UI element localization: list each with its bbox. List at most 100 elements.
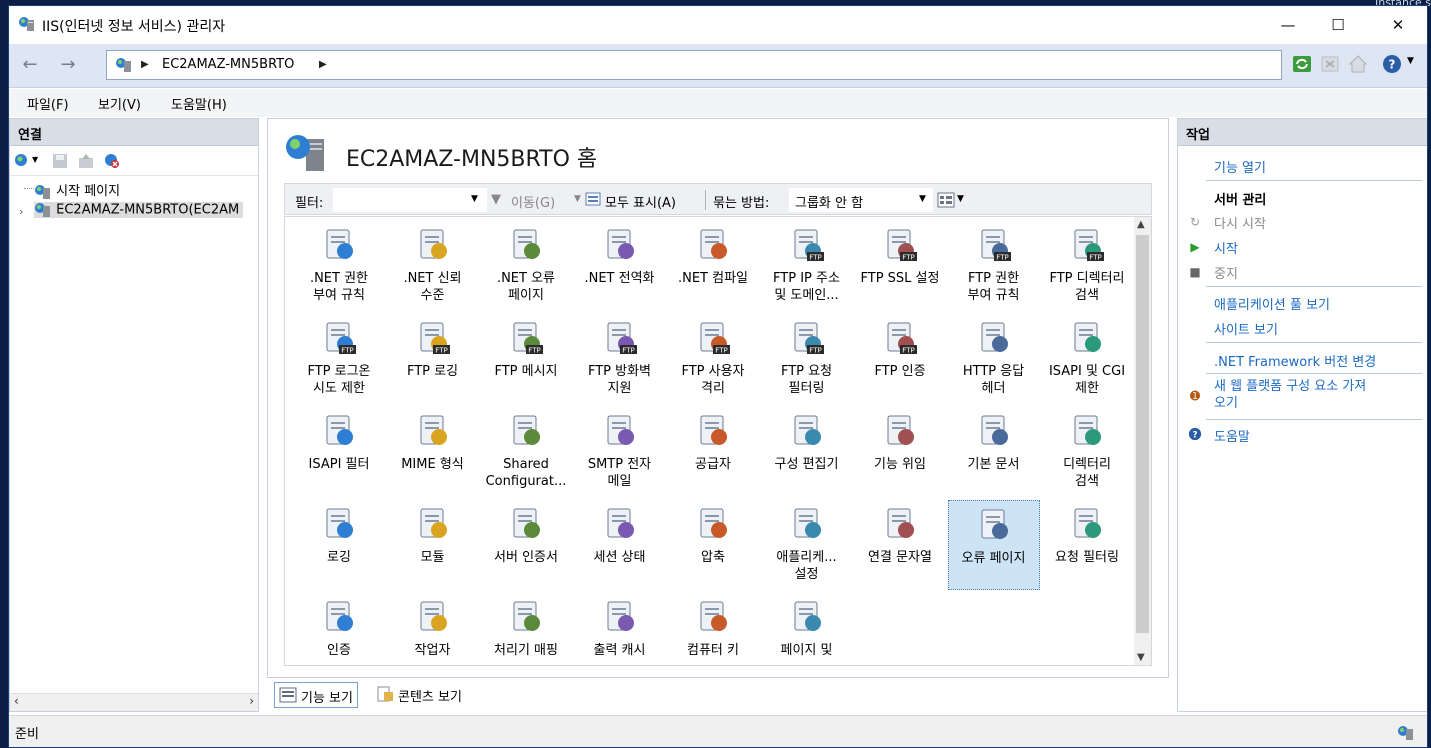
get-web-platform-link[interactable]: 새 웹 플랫폼 구성 요소 가져 오기 xyxy=(1214,378,1366,412)
open-feature-link[interactable]: 기능 열기 xyxy=(1214,157,1266,176)
view-sites-link[interactable]: 사이트 보기 xyxy=(1214,319,1278,338)
group-dropdown-icon[interactable]: ▼ xyxy=(919,194,926,204)
address-path-box[interactable]: ▶ EC2AMAZ-MN5BRTO ▶ xyxy=(106,50,1282,80)
tab-content-view[interactable]: 콘텐츠 보기 xyxy=(372,682,466,708)
menu-help[interactable]: 도움말(H) xyxy=(171,94,227,113)
feature-item[interactable]: 작업자 xyxy=(387,593,479,665)
go-dropdown-icon[interactable]: ▼ xyxy=(574,194,581,204)
stop-link[interactable]: 중지 xyxy=(1214,263,1238,282)
feature-item[interactable]: 애플리케... 설정 xyxy=(761,500,853,590)
close-button[interactable]: ✕ xyxy=(1375,10,1421,40)
feature-item[interactable]: 오류 페이지 xyxy=(947,500,1040,590)
scroll-right-icon[interactable]: › xyxy=(249,694,254,708)
breadcrumb-arrow-icon[interactable]: ▶ xyxy=(319,59,327,70)
feature-item[interactable]: FTP FTP 사용자 격리 xyxy=(667,314,759,404)
help-dropdown-icon[interactable]: ▼ xyxy=(1407,56,1414,66)
feature-item[interactable]: FTP FTP 방화벽 지원 xyxy=(574,314,666,404)
feature-item[interactable]: 연결 문자열 xyxy=(854,500,946,590)
connections-hscrollbar[interactable]: ‹ › xyxy=(10,693,258,711)
view-app-pools-link[interactable]: 애플리케이션 풀 보기 xyxy=(1214,294,1330,313)
connect-icon[interactable] xyxy=(14,153,30,169)
actions-header: 작업 xyxy=(1178,119,1427,146)
isapi-filter-icon xyxy=(326,415,353,445)
start-link[interactable]: 시작 xyxy=(1214,238,1238,257)
change-net-version-link[interactable]: .NET Framework 버전 변경 xyxy=(1214,351,1376,370)
show-all-button[interactable]: 모두 표시(A) xyxy=(605,192,676,211)
tree-expand-icon[interactable]: › xyxy=(19,205,23,218)
scroll-thumb[interactable] xyxy=(1136,235,1149,633)
page-title: EC2AMAZ-MN5BRTO 홈 xyxy=(346,147,598,172)
tree-item-start-page[interactable]: 시작 페이지 xyxy=(34,180,120,200)
feature-item[interactable]: FTP FTP IP 주소 및 도메인... xyxy=(761,221,853,311)
back-arrow-icon[interactable]: ← xyxy=(15,53,45,79)
feature-item[interactable]: MIME 형식 xyxy=(387,407,479,497)
features-vscrollbar[interactable]: ▲ ▼ xyxy=(1134,217,1151,665)
feature-item[interactable]: FTP FTP 메시지 xyxy=(480,314,572,404)
feature-item[interactable]: 모듈 xyxy=(387,500,479,590)
feature-label: 요청 필터링 xyxy=(1055,550,1119,565)
feature-item[interactable]: 인증 xyxy=(293,593,385,665)
feature-item[interactable]: 처리기 매핑 xyxy=(480,593,572,665)
minimize-button[interactable]: — xyxy=(1265,10,1311,40)
forward-arrow-icon[interactable]: → xyxy=(53,53,83,79)
feature-item[interactable]: SMTP 전자 메일 xyxy=(574,407,666,497)
feature-item[interactable]: 기본 문서 xyxy=(948,407,1040,497)
feature-item[interactable]: 페이지 및 xyxy=(761,593,853,665)
feature-item[interactable]: FTP FTP 인증 xyxy=(854,314,946,404)
breadcrumb-server[interactable]: EC2AMAZ-MN5BRTO xyxy=(162,57,294,72)
home-icon[interactable] xyxy=(1347,53,1369,75)
filter-input[interactable] xyxy=(333,188,487,212)
feature-item[interactable]: 공급자 xyxy=(667,407,759,497)
feature-item[interactable]: .NET 오류 페이지 xyxy=(480,221,572,311)
feature-item[interactable]: 컴퓨터 키 xyxy=(667,593,759,665)
feature-item[interactable]: .NET 전역화 xyxy=(574,221,666,311)
filter-dropdown-icon[interactable]: ▼ xyxy=(471,194,478,204)
feature-item[interactable]: .NET 컴파일 xyxy=(667,221,759,311)
menu-view[interactable]: 보기(V) xyxy=(98,94,141,113)
feature-item[interactable]: FTP FTP 로깅 xyxy=(387,314,479,404)
feature-item[interactable]: .NET 신뢰 수준 xyxy=(387,221,479,311)
restart-link[interactable]: 다시 시작 xyxy=(1214,213,1266,232)
feature-item[interactable]: FTP FTP 요청 필터링 xyxy=(761,314,853,404)
feature-item[interactable]: FTP FTP 권한 부여 규칙 xyxy=(948,221,1040,311)
view-mode-dropdown-icon[interactable]: ▼ xyxy=(957,194,964,204)
features-panel: EC2AMAZ-MN5BRTO 홈 필터: ▼ ▼ 이동(G) ▼ 모두 표시(… xyxy=(267,118,1169,678)
feature-item[interactable]: 압축 xyxy=(667,500,759,590)
tab-features-view[interactable]: 기능 보기 xyxy=(274,682,358,708)
feature-item[interactable]: 디렉터리 검색 xyxy=(1041,407,1133,497)
feature-item[interactable]: ISAPI 필터 xyxy=(293,407,385,497)
scroll-down-icon[interactable]: ▼ xyxy=(1137,652,1145,663)
help-link[interactable]: 도움말 xyxy=(1214,426,1250,445)
feature-item[interactable]: 요청 필터링 xyxy=(1041,500,1133,590)
feature-item[interactable]: FTP FTP 로그온 시도 제한 xyxy=(293,314,385,404)
refresh-icon[interactable] xyxy=(1291,53,1313,75)
help-icon[interactable]: ? xyxy=(1381,53,1403,75)
breadcrumb-arrow-icon[interactable]: ▶ xyxy=(141,59,149,70)
feature-item[interactable]: 서버 인증서 xyxy=(480,500,572,590)
feature-item[interactable]: FTP FTP 디렉터리 검색 xyxy=(1041,221,1133,311)
feature-item[interactable]: HTTP 응답 헤더 xyxy=(948,314,1040,404)
disconnect-icon[interactable] xyxy=(104,153,120,169)
title-bar[interactable]: IIS(인터넷 정보 서비스) 관리자 — ☐ ✕ xyxy=(9,6,1427,44)
feature-item[interactable]: 세션 상태 xyxy=(574,500,666,590)
stop-icon[interactable] xyxy=(1319,53,1341,75)
maximize-button[interactable]: ☐ xyxy=(1315,10,1361,40)
up-level-icon[interactable] xyxy=(78,153,94,169)
feature-item[interactable]: .NET 권한 부여 규칙 xyxy=(293,221,385,311)
feature-item[interactable]: ISAPI 및 CGI 제한 xyxy=(1041,314,1133,404)
feature-item[interactable]: 로깅 xyxy=(293,500,385,590)
scroll-up-icon[interactable]: ▲ xyxy=(1137,219,1145,230)
feature-item[interactable]: 구성 편집기 xyxy=(761,407,853,497)
go-button[interactable]: 이동(G) xyxy=(511,192,555,211)
group-by-select[interactable]: 그룹화 안 함 xyxy=(789,188,933,212)
scroll-left-icon[interactable]: ‹ xyxy=(14,694,19,708)
view-mode-icon[interactable] xyxy=(937,192,955,208)
feature-item[interactable]: FTP FTP SSL 설정 xyxy=(854,221,946,311)
feature-item[interactable]: 기능 위임 xyxy=(854,407,946,497)
feature-item[interactable]: Shared Configurat... xyxy=(480,407,572,497)
menu-file[interactable]: 파일(F) xyxy=(27,94,69,113)
save-icon[interactable] xyxy=(52,153,68,169)
connect-dropdown-icon[interactable]: ▼ xyxy=(32,155,38,164)
feature-item[interactable]: 출력 캐시 xyxy=(574,593,666,665)
tree-item-server[interactable]: EC2AMAZ-MN5BRTO(EC2AM xyxy=(34,202,244,218)
